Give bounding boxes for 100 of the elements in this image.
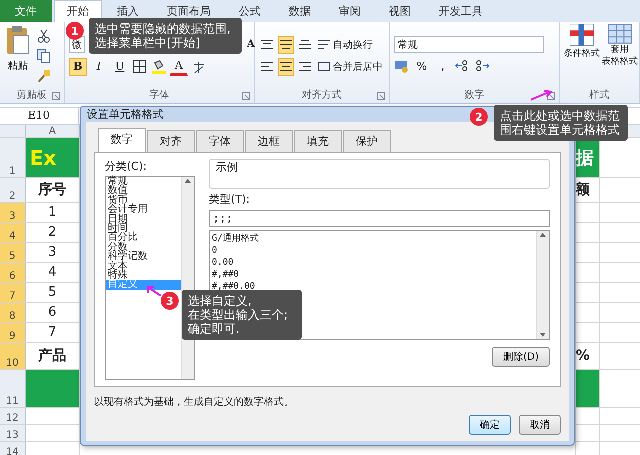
conditional-format-icon — [570, 24, 594, 46]
type-label: 类型(T): — [209, 192, 252, 207]
conditional-format-button[interactable]: 条件格式 — [564, 24, 600, 87]
align-icon — [280, 62, 292, 71]
type-field[interactable]: ;;; — [209, 210, 550, 227]
row-header[interactable]: 13 — [0, 425, 26, 441]
category-item[interactable]: 特殊 — [106, 270, 181, 280]
dialog-tab[interactable]: 字体 — [196, 130, 244, 152]
currency-icon[interactable] — [394, 58, 410, 74]
table-format-icon — [608, 24, 632, 44]
category-item[interactable]: 科学记数 — [106, 252, 181, 262]
format-item[interactable]: G/通用格式 — [212, 233, 534, 245]
shrink-font-button[interactable]: A — [242, 36, 260, 54]
format-as-table-button[interactable]: 套用 表格格式 — [602, 24, 638, 87]
category-label: 分类(C): — [105, 159, 148, 174]
hint-tooltip: 选中需要隐藏的数据范围, 选择菜单栏中[开始] — [89, 18, 242, 54]
fill-color-icon[interactable] — [151, 58, 167, 74]
ribbon-tab[interactable]: 开发工具 — [426, 0, 496, 22]
category-item[interactable]: 文本 — [106, 262, 181, 271]
row-header[interactable]: 3 — [0, 203, 26, 222]
ribbon-tab[interactable]: 视图 — [376, 0, 424, 22]
format-item[interactable]: 0.00 — [212, 257, 534, 269]
group-label: 剪贴板 — [17, 88, 47, 102]
align-icon — [299, 40, 311, 49]
border-icon[interactable] — [132, 58, 148, 74]
dialog-launcher-icon[interactable] — [377, 92, 385, 100]
category-item[interactable]: 会计专用 — [106, 205, 181, 215]
paste-button[interactable]: 粘贴 — [4, 24, 32, 87]
row-header[interactable]: 7 — [0, 283, 26, 302]
category-item[interactable]: 数值 — [106, 186, 181, 196]
scroll-down-icon[interactable] — [539, 331, 547, 339]
cancel-button[interactable]: 取消 — [519, 415, 561, 435]
category-item[interactable]: 常规 — [106, 177, 181, 186]
wrap-text-icon — [318, 40, 330, 49]
group-label: 样式 — [590, 88, 610, 102]
scroll-up-icon[interactable] — [184, 177, 192, 185]
table-cell: Ex — [26, 138, 80, 177]
table-cell: 额 — [576, 178, 600, 202]
category-item[interactable]: 分数 — [106, 242, 181, 252]
wrap-text-button[interactable]: 自动换行 — [316, 36, 375, 54]
align-icon — [280, 40, 292, 49]
group-label: 字体 — [150, 88, 170, 102]
delete-button[interactable]: 删除(D) — [492, 347, 550, 367]
table-cell: % — [576, 343, 600, 369]
sample-label: 示例 — [216, 161, 238, 174]
scroll-up-icon[interactable] — [539, 231, 547, 239]
row-header[interactable]: 14 — [0, 442, 26, 455]
bold-button[interactable]: B — [69, 58, 87, 76]
dialog-tab[interactable]: 对齐 — [147, 130, 195, 152]
format-item[interactable]: 0 — [212, 245, 534, 257]
row-header[interactable]: 2 — [0, 178, 26, 202]
decrease-decimal-icon[interactable] — [474, 58, 490, 74]
ribbon-tab[interactable]: 审阅 — [326, 0, 374, 22]
copy-icon[interactable] — [36, 48, 52, 64]
hint-tooltip: 选择自定义, 在类型出输入三个; 确定即可. — [182, 290, 302, 340]
underline-button[interactable]: U — [111, 58, 129, 76]
format-item[interactable]: #,##0 — [212, 269, 534, 281]
row-header[interactable]: 1 — [0, 138, 26, 177]
italic-button[interactable]: I — [90, 58, 108, 76]
row-header[interactable]: 5 — [0, 243, 26, 262]
category-item[interactable]: 货币 — [106, 196, 181, 206]
dialog-launcher-icon[interactable] — [242, 92, 250, 100]
scissors-icon[interactable] — [36, 28, 52, 44]
number-format-dropdown[interactable]: 常规 — [394, 36, 544, 53]
row-header[interactable]: 9 — [0, 323, 26, 342]
brush-icon[interactable] — [36, 68, 52, 84]
row-header[interactable]: 12 — [0, 408, 26, 424]
name-box[interactable]: E10 — [0, 108, 79, 124]
align-icon — [261, 62, 273, 71]
table-cell: 据 — [576, 138, 600, 177]
align-button[interactable] — [278, 58, 294, 76]
row-header[interactable]: 4 — [0, 223, 26, 242]
pointer-arrow — [530, 88, 554, 102]
format-item[interactable]: #,##0.00 — [212, 281, 534, 293]
align-button[interactable] — [278, 36, 294, 54]
dialog-launcher-icon[interactable] — [52, 92, 60, 100]
row-header[interactable]: 6 — [0, 263, 26, 282]
group-label: 对齐方式 — [302, 88, 342, 102]
percent-button[interactable]: % — [413, 57, 431, 75]
ok-button[interactable]: 确定 — [469, 415, 511, 435]
dialog-title: 设置单元格格式 — [87, 107, 164, 122]
ribbon-tab[interactable]: 文件 — [0, 0, 52, 22]
row-header[interactable]: 11 — [0, 370, 26, 407]
merge-center-button[interactable]: 合并后居中 — [316, 58, 385, 76]
ribbon-tab[interactable]: 数据 — [276, 0, 324, 22]
row-header[interactable]: 8 — [0, 303, 26, 322]
dialog-tab[interactable]: 数字 — [98, 128, 146, 152]
description-text: 以现有格式为基础，生成自定义的数字格式。 — [94, 396, 295, 409]
category-item[interactable]: 日期 — [106, 214, 181, 224]
pointer-arrow — [146, 285, 162, 297]
merge-cells-icon — [318, 62, 330, 71]
dialog-launcher-icon[interactable] — [547, 92, 555, 100]
comma-button[interactable]: , — [434, 57, 452, 75]
category-item[interactable]: 百分比 — [106, 233, 181, 243]
dialog-tab[interactable]: 保护 — [343, 130, 391, 152]
font-color-button[interactable]: A — [170, 58, 188, 76]
dialog-tab[interactable]: 填充 — [294, 130, 342, 152]
row-header[interactable]: 10 — [0, 343, 26, 369]
dialog-tab[interactable]: 边框 — [245, 130, 293, 152]
ribbon-tab[interactable]: 开始 — [54, 0, 102, 22]
